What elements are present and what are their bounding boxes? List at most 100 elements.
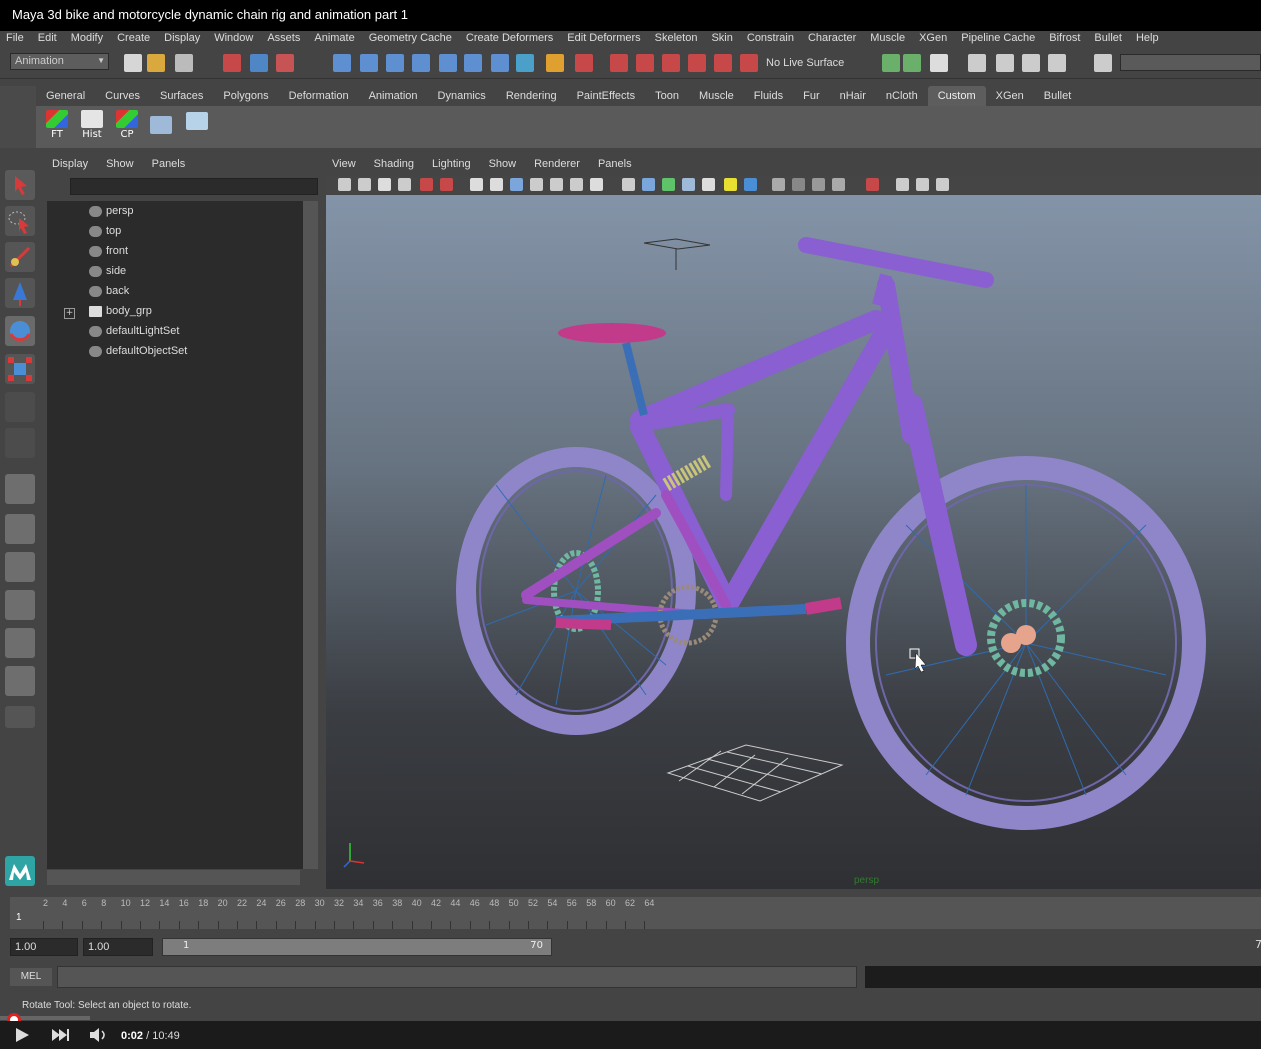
shelf-tab-nhair[interactable]: nHair xyxy=(830,86,876,106)
snap-point-icon[interactable] xyxy=(386,54,404,72)
snap-surface-icon[interactable] xyxy=(439,54,457,72)
scale-tool-icon[interactable] xyxy=(5,354,35,384)
checker-icon[interactable] xyxy=(702,178,715,191)
shelf-button-light[interactable] xyxy=(182,110,212,144)
shelf-tab-polygons[interactable]: Polygons xyxy=(213,86,278,106)
layer-editor-icon[interactable] xyxy=(1048,54,1066,72)
magnet-curve-icon[interactable] xyxy=(636,54,654,72)
outliner-menu-show[interactable]: Show xyxy=(106,158,134,176)
shelf-button-script[interactable] xyxy=(146,110,176,144)
menu-assets[interactable]: Assets xyxy=(261,31,308,48)
menu-set-select[interactable]: Animation ▼ xyxy=(10,53,109,70)
menu-xgen[interactable]: XGen xyxy=(913,31,955,48)
menu-bifrost[interactable]: Bifrost xyxy=(1043,31,1088,48)
viewport-menu-show[interactable]: Show xyxy=(489,158,525,176)
magnet-view-icon[interactable] xyxy=(688,54,706,72)
next-icon[interactable] xyxy=(52,1029,70,1041)
outliner-item-back[interactable]: back xyxy=(89,282,129,300)
shelf-tab-animation[interactable]: Animation xyxy=(359,86,428,106)
safe-title-icon[interactable] xyxy=(590,178,603,191)
xray-joints-icon[interactable] xyxy=(420,178,433,191)
menu-edit[interactable]: Edit xyxy=(32,31,65,48)
outliner-item-persp[interactable]: persp xyxy=(89,202,134,220)
single-perspective-layout-icon[interactable] xyxy=(5,474,35,504)
outliner-item-body-grp[interactable]: body_grp xyxy=(89,302,152,320)
menu-bullet[interactable]: Bullet xyxy=(1088,31,1130,48)
render-frame-icon[interactable] xyxy=(903,54,921,72)
depth-of-field-icon[interactable] xyxy=(832,178,845,191)
new-scene-icon[interactable] xyxy=(124,54,142,72)
shelf-menu-handle[interactable] xyxy=(0,86,36,148)
hypershade-layout-icon[interactable] xyxy=(5,628,35,658)
shelf-tab-xgen[interactable]: XGen xyxy=(986,86,1034,106)
shelf-tab-custom[interactable]: Custom xyxy=(927,86,986,106)
persp-graph-layout-icon[interactable] xyxy=(5,590,35,620)
gate-mask-icon[interactable] xyxy=(530,178,543,191)
manipulator-tool-icon[interactable] xyxy=(5,392,35,422)
viewport-menu-renderer[interactable]: Renderer xyxy=(534,158,588,176)
xray-icon[interactable] xyxy=(896,178,909,191)
select-component-icon[interactable] xyxy=(276,54,294,72)
menu-modify[interactable]: Modify xyxy=(65,31,111,48)
shelf-tab-fluids[interactable]: Fluids xyxy=(744,86,793,106)
menu-skeleton[interactable]: Skeleton xyxy=(649,31,706,48)
bookmark-icon[interactable] xyxy=(378,178,391,191)
shelf-button-delete-history[interactable]: Hist xyxy=(77,110,107,144)
isolate-select-icon[interactable] xyxy=(866,178,879,191)
layout-arrows-icon[interactable] xyxy=(5,706,35,728)
outliner-menu-display[interactable]: Display xyxy=(52,158,88,176)
smooth-shade-icon[interactable] xyxy=(642,178,655,191)
select-hierarchy-icon[interactable] xyxy=(223,54,241,72)
camera-attributes-icon[interactable] xyxy=(358,178,371,191)
magnet-point-icon[interactable] xyxy=(662,54,680,72)
outliner-horizontal-scrollbar[interactable] xyxy=(47,870,300,885)
viewport-menu-shading[interactable]: Shading xyxy=(374,158,422,176)
expand-icon[interactable]: + xyxy=(64,308,75,319)
menu-pipeline-cache[interactable]: Pipeline Cache xyxy=(955,31,1043,48)
lock-icon[interactable] xyxy=(546,54,564,72)
menu-display[interactable]: Display xyxy=(158,31,208,48)
outliner-item-front[interactable]: front xyxy=(89,242,128,260)
history-icon[interactable] xyxy=(464,54,482,72)
wireframe-on-shaded-icon[interactable] xyxy=(662,178,675,191)
play-icon[interactable] xyxy=(14,1027,30,1043)
viewport-menu-view[interactable]: View xyxy=(332,158,364,176)
use-lights-icon[interactable] xyxy=(724,178,737,191)
shelf-tab-painteffects[interactable]: PaintEffects xyxy=(567,86,646,106)
render-view-icon[interactable] xyxy=(882,54,900,72)
safe-action-icon[interactable] xyxy=(570,178,583,191)
paint-select-icon[interactable] xyxy=(5,242,35,272)
outliner-item-top[interactable]: top xyxy=(89,222,121,240)
two-d-pan-icon[interactable] xyxy=(440,178,453,191)
shelf-tab-surfaces[interactable]: Surfaces xyxy=(150,86,213,106)
lasso-tool-icon[interactable] xyxy=(5,206,35,236)
select-object-icon[interactable] xyxy=(250,54,268,72)
shelf-button-freeze-transforms[interactable]: FT xyxy=(42,110,72,144)
magnet-surface-icon[interactable] xyxy=(714,54,732,72)
attribute-editor-icon[interactable] xyxy=(968,54,986,72)
multisample-icon[interactable] xyxy=(812,178,825,191)
sidebar-toggle-icon[interactable] xyxy=(1094,54,1112,72)
resolution-gate-icon[interactable] xyxy=(510,178,523,191)
shelf-tab-curves[interactable]: Curves xyxy=(95,86,150,106)
menu-character[interactable]: Character xyxy=(802,31,864,48)
live-surface-icon[interactable] xyxy=(740,54,758,72)
outliner-vertical-scrollbar[interactable] xyxy=(303,201,318,869)
construction-icon[interactable] xyxy=(491,54,509,72)
menu-create-deformers[interactable]: Create Deformers xyxy=(460,31,561,48)
snap-curve-icon[interactable] xyxy=(360,54,378,72)
tool-settings-icon[interactable] xyxy=(996,54,1014,72)
outliner-menu-panels[interactable]: Panels xyxy=(152,158,186,176)
menu-edit-deformers[interactable]: Edit Deformers xyxy=(561,31,648,48)
select-tool-icon[interactable] xyxy=(5,170,35,200)
textured-icon[interactable] xyxy=(682,178,695,191)
shelf-tab-general[interactable]: General xyxy=(36,86,95,106)
playback-start-field[interactable]: 1.00 xyxy=(83,938,153,956)
channel-box-icon[interactable] xyxy=(1022,54,1040,72)
mel-command-input[interactable] xyxy=(57,966,857,988)
outliner-item-side[interactable]: side xyxy=(89,262,126,280)
snap-grid-icon[interactable] xyxy=(333,54,351,72)
menu-geometry-cache[interactable]: Geometry Cache xyxy=(363,31,460,48)
wireframe-icon[interactable] xyxy=(622,178,635,191)
menu-skin[interactable]: Skin xyxy=(705,31,740,48)
